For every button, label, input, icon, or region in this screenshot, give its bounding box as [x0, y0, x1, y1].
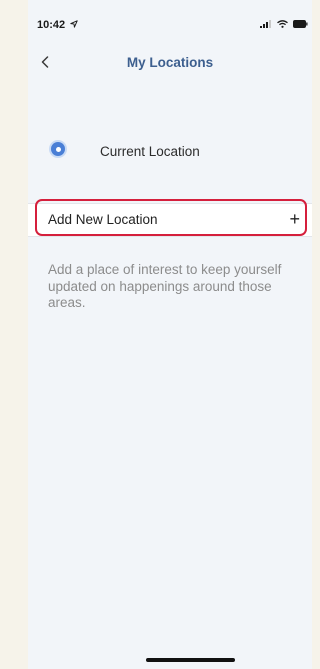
status-bar: 10:42	[28, 0, 312, 44]
page-title: My Locations	[126, 55, 214, 70]
location-arrow-icon	[70, 20, 78, 28]
phone-screen: 10:42 My Locations Current Location Add …	[28, 0, 312, 669]
helper-text: Add a place of interest to keep yourself…	[48, 262, 282, 310]
plus-icon: +	[289, 209, 300, 229]
status-time: 10:42	[37, 19, 78, 31]
cellular-signal-icon	[260, 20, 271, 28]
current-location-dot-icon	[51, 142, 65, 156]
wifi-icon	[277, 20, 288, 28]
home-indicator[interactable]	[146, 658, 235, 662]
status-time-text: 10:42	[37, 19, 66, 31]
current-location-row[interactable]: Current Location	[28, 134, 312, 172]
status-icons	[260, 20, 308, 28]
current-location-label: Current Location	[100, 144, 200, 159]
add-new-location-button[interactable]: Add New Location +	[28, 203, 312, 237]
navigation-bar: My Locations	[28, 48, 312, 78]
add-new-location-label: Add New Location	[48, 212, 158, 227]
battery-icon	[293, 20, 308, 28]
